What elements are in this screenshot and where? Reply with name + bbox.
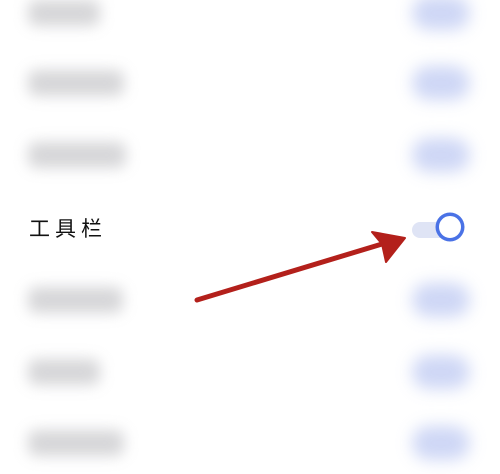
setting-label-toolbar: 工具栏: [29, 217, 107, 241]
blurred-setting-label: [28, 359, 100, 385]
blurred-setting-row: [0, 0, 500, 38]
blurred-setting-label: [28, 430, 124, 456]
blurred-setting-label: [28, 142, 126, 168]
blurred-setting-label: [28, 70, 124, 96]
settings-screen: 工具栏: [0, 0, 500, 474]
toolbar-toggle-switch[interactable]: [412, 213, 472, 245]
blurred-toggle-switch[interactable]: [412, 426, 470, 460]
blurred-setting-row: [0, 58, 500, 108]
blurred-setting-label: [28, 287, 123, 313]
blurred-setting-row: [0, 130, 500, 180]
blurred-setting-row: [0, 275, 500, 325]
setting-row-toolbar: 工具栏: [0, 203, 500, 253]
blurred-toggle-switch[interactable]: [412, 138, 470, 172]
blurred-toggle-switch[interactable]: [412, 0, 470, 30]
blurred-setting-row: [0, 347, 500, 397]
blurred-setting-row: [0, 418, 500, 468]
toggle-knob: [436, 213, 464, 241]
blurred-toggle-switch[interactable]: [412, 283, 470, 317]
blurred-setting-label: [28, 0, 100, 26]
blurred-toggle-switch[interactable]: [412, 355, 470, 389]
blurred-toggle-switch[interactable]: [412, 66, 470, 100]
